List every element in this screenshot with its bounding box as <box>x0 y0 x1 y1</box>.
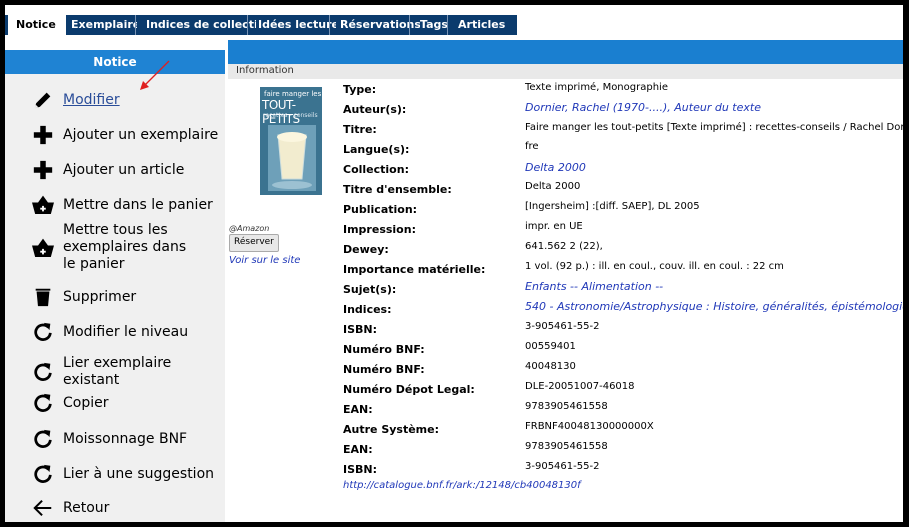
field-label-legal-deposit: Numéro Dépot Legal: <box>343 383 475 396</box>
menu-label: Supprimer <box>63 288 137 305</box>
modify-button[interactable]: Modifier <box>31 88 221 112</box>
annotation-arrow <box>140 60 170 90</box>
information-bar: Information <box>228 64 903 79</box>
tab-reservations[interactable]: Réservations <box>329 15 420 35</box>
field-label-dewey: Dewey: <box>343 243 389 256</box>
field-label-ean-2: EAN: <box>343 443 373 456</box>
modify-level-button[interactable]: Modifier le niveau <box>31 320 221 344</box>
field-value-language: fre <box>525 141 539 152</box>
sidebar-title: Notice <box>5 50 225 74</box>
basket-icon <box>31 193 55 217</box>
field-value-publication: [Ingersheim] :[diff. SAEP], DL 2005 <box>525 201 700 212</box>
tab-idees-lectures[interactable]: Idées lectures <box>247 15 336 35</box>
menu-label: Ajouter un article <box>63 161 185 178</box>
reserve-button[interactable]: Réserver <box>229 234 279 252</box>
menu-label: Mettre tous les exemplaires dans le pani… <box>63 222 187 272</box>
field-label-other-system: Autre Système: <box>343 423 439 436</box>
add-copy-button[interactable]: Ajouter un exemplaire <box>31 123 221 147</box>
menu-label: Mettre dans le panier <box>63 196 213 213</box>
collection-link[interactable]: Delta 2000 <box>525 161 586 174</box>
field-label-material: Importance matérielle: <box>343 263 486 276</box>
field-value-bnf-number: 00559401 <box>525 341 576 352</box>
field-value-legal-deposit: DLE-20051007-46018 <box>525 381 635 392</box>
field-label-collection: Collection: <box>343 163 409 176</box>
copy-button[interactable]: Copier <box>31 391 221 415</box>
field-label-subject: Sujet(s): <box>343 283 397 296</box>
field-value-dewey: 641.562 2 (22), <box>525 241 603 252</box>
refresh-icon <box>31 391 55 415</box>
add-article-button[interactable]: Ajouter un article <box>31 158 221 182</box>
field-value-bnf-number-2: 40048130 <box>525 361 576 372</box>
pencil-icon <box>31 88 55 112</box>
link-existing-copy-button[interactable]: Lier exemplaire existant <box>31 355 221 389</box>
link-suggestion-button[interactable]: Lier à une suggestion <box>31 462 221 486</box>
field-label-isbn: ISBN: <box>343 323 378 336</box>
field-value-printing: impr. en UE <box>525 221 583 232</box>
field-value-isbn-2: 3-905461-55-2 <box>525 461 600 472</box>
back-button[interactable]: Retour <box>31 496 221 520</box>
menu-label: Ajouter un exemplaire <box>63 126 219 143</box>
field-label-series-title: Titre d'ensemble: <box>343 183 452 196</box>
field-label-title: Titre: <box>343 123 377 136</box>
delete-button[interactable]: Supprimer <box>31 285 221 309</box>
field-label-indices: Indices: <box>343 303 392 316</box>
add-all-copies-to-basket-button[interactable]: Mettre tous les exemplaires dans le pani… <box>31 222 221 273</box>
field-label-publication: Publication: <box>343 203 418 216</box>
trash-icon <box>31 285 55 309</box>
add-to-basket-button[interactable]: Mettre dans le panier <box>31 193 221 217</box>
field-label-type: Type: <box>343 83 377 96</box>
field-value-other-system: FRBNF40048130000000X <box>525 421 654 432</box>
tab-exemplaires[interactable]: Exemplaires <box>61 15 137 35</box>
refresh-icon <box>31 320 55 344</box>
sidebar: Notice Modifier Ajouter un exemplaire Aj… <box>5 50 225 522</box>
field-value-ean-2: 9783905461558 <box>525 441 608 452</box>
menu-label: Lier exemplaire existant <box>63 355 172 388</box>
refresh-icon <box>31 427 55 451</box>
field-label-bnf-number-2: Numéro BNF: <box>343 363 425 376</box>
field-label-ean: EAN: <box>343 403 373 416</box>
amazon-label: @Amazon <box>229 224 270 233</box>
cover-line3: recettes - conseils <box>263 112 318 119</box>
field-value-type: Texte imprimé, Monographie <box>525 82 668 93</box>
cover-glass-image <box>268 125 316 191</box>
arrow-left-icon <box>31 496 55 520</box>
field-value-title: Faire manger les tout-petits [Texte impr… <box>525 122 903 133</box>
refresh-icon <box>31 462 55 486</box>
section-label: Information <box>236 65 294 76</box>
menu-label: Retour <box>63 499 110 516</box>
author-link[interactable]: Dornier, Rachel (1970-....), Auteur du t… <box>525 101 761 114</box>
menu-label: Lier à une suggestion <box>63 465 215 482</box>
field-label-author: Auteur(s): <box>343 103 407 116</box>
field-label-language: Langue(s): <box>343 143 410 156</box>
field-label-isbn-2: ISBN: <box>343 463 378 476</box>
main-header-bar <box>228 40 903 64</box>
page-frame: Notice Exemplaires Indices de collection… <box>5 5 903 522</box>
menu-label: Copier <box>63 394 109 411</box>
tab-articles[interactable]: Articles <box>447 15 528 35</box>
cover-line1: faire manger les <box>264 90 322 98</box>
tab-notice[interactable]: Notice <box>8 15 66 37</box>
basket-icon <box>31 236 55 260</box>
bnf-harvest-button[interactable]: Moissonnage BNF <box>31 427 221 451</box>
refresh-icon <box>31 360 55 384</box>
plus-icon <box>31 158 55 182</box>
menu-label: Moissonnage BNF <box>63 430 188 447</box>
field-label-bnf-number: Numéro BNF: <box>343 343 425 356</box>
indices-link[interactable]: 540 - Astronomie/Astrophysique : Histoir… <box>525 300 903 313</box>
subject-link[interactable]: Enfants -- Alimentation -- <box>525 280 663 293</box>
field-value-isbn: 3-905461-55-2 <box>525 321 600 332</box>
field-value-ean: 9783905461558 <box>525 401 608 412</box>
menu-label: Modifier le niveau <box>63 323 189 340</box>
tab-bar: Notice Exemplaires Indices de collection… <box>5 5 903 37</box>
tab-indices-de-collection[interactable]: Indices de collection <box>135 15 256 35</box>
book-cover: faire manger les TOUT-PETITS recettes - … <box>260 87 322 195</box>
field-value-series-title: Delta 2000 <box>525 181 581 192</box>
menu-label: Modifier <box>63 91 120 108</box>
plus-icon <box>31 123 55 147</box>
bnf-catalogue-link[interactable]: http://catalogue.bnf.fr/ark:/12148/cb400… <box>343 480 581 491</box>
field-label-printing: Impression: <box>343 223 416 236</box>
field-value-material: 1 vol. (92 p.) : ill. en coul., couv. il… <box>525 261 784 272</box>
view-site-link[interactable]: Voir sur le site <box>229 255 300 266</box>
